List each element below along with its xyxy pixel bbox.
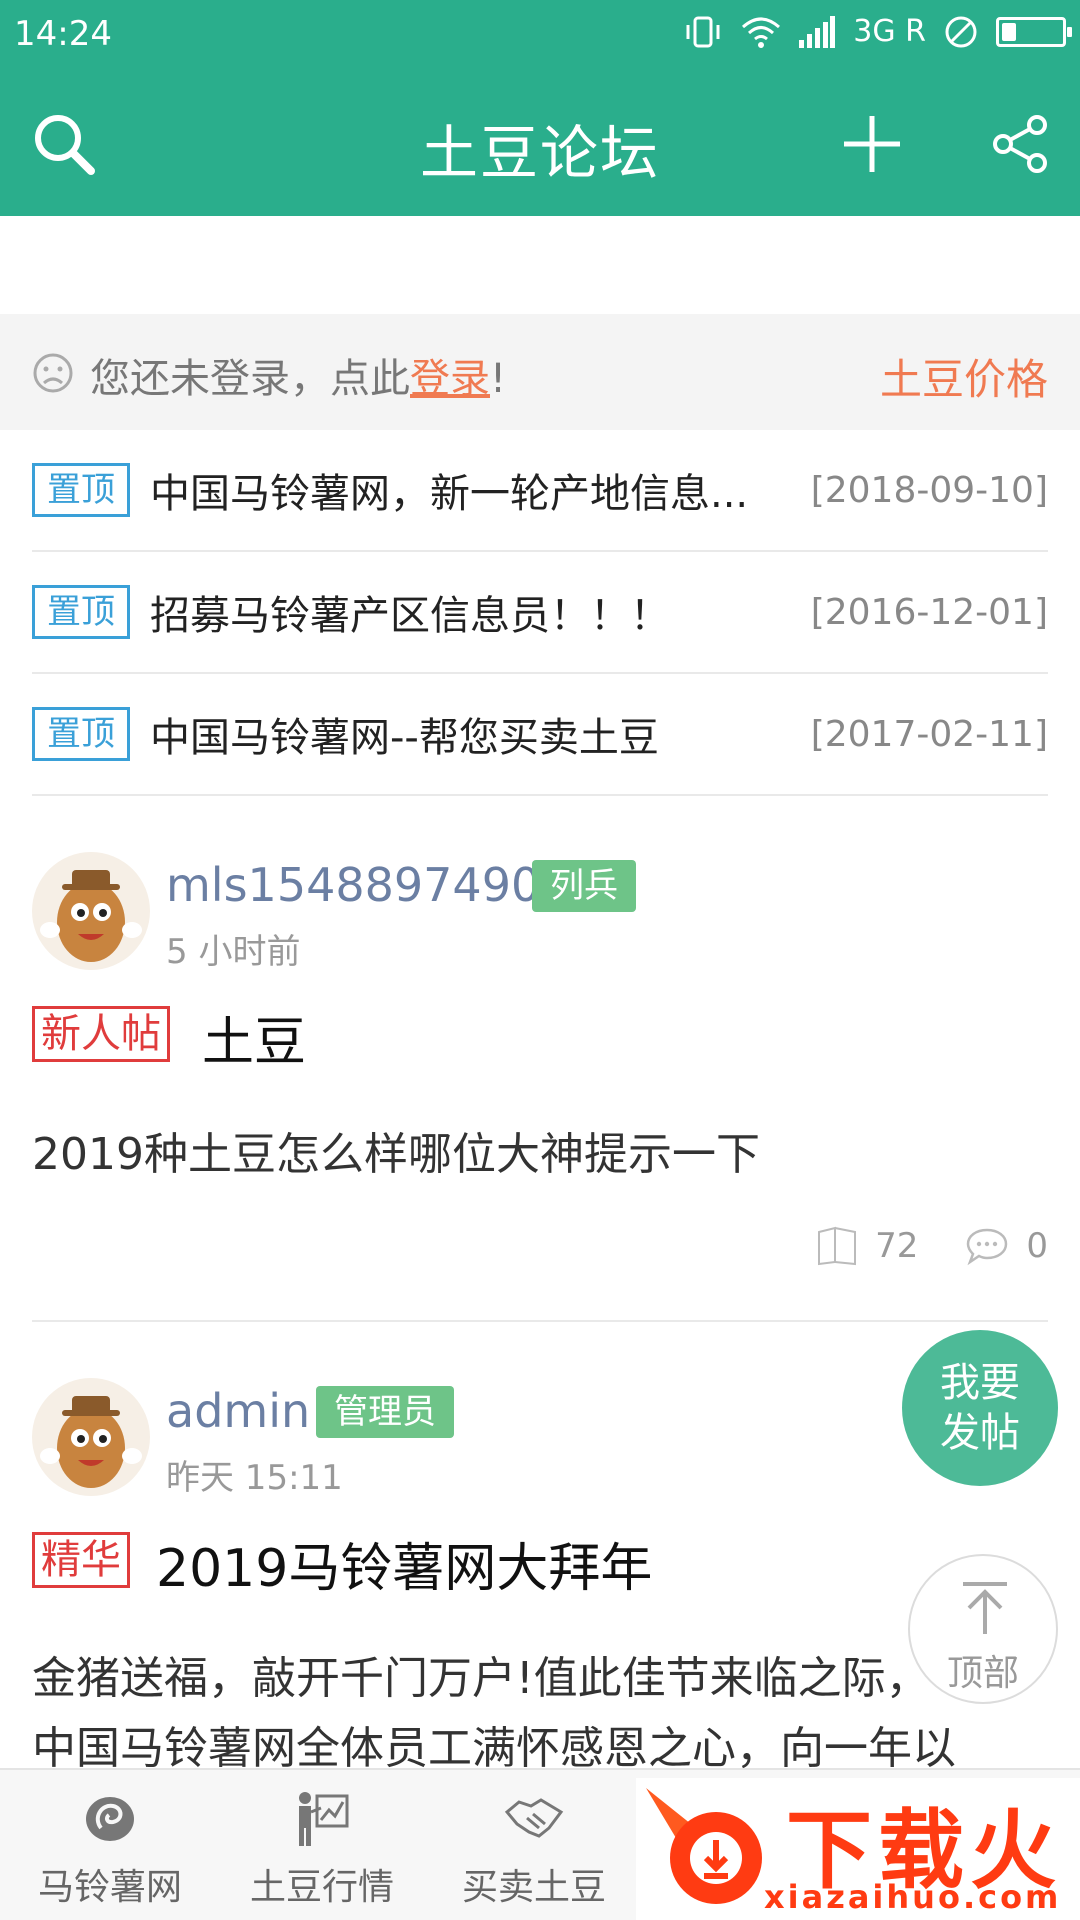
login-bar: 您还未登录，点此登录! 土豆价格 (0, 314, 1080, 430)
rank-badge: 列兵 (532, 860, 636, 912)
post-card[interactable]: admin 管理员 昨天 15:11 精华 2019马铃薯网大拜年 金猪送福，敲… (32, 1376, 1048, 1774)
page-title: 土豆论坛 (419, 119, 660, 187)
fab-label-line1: 我要 (940, 1360, 1020, 1406)
watermark-ad: 下载火 xiazaihuo.com (636, 1778, 1080, 1920)
post-title: 土豆 (202, 1013, 307, 1073)
new-post-fab[interactable]: 我要 发帖 (902, 1330, 1058, 1486)
do-not-disturb-icon (945, 16, 977, 47)
post-type-tag: 精华 (32, 1532, 130, 1588)
comment-icon (967, 1228, 1008, 1266)
pinned-tag: 置顶 (32, 463, 130, 517)
username[interactable]: admin (166, 1384, 310, 1438)
login-prompt-suffix: ! (490, 356, 507, 402)
signal-icon (799, 15, 836, 48)
tab-buy-sell[interactable]: 买卖土豆 (428, 1770, 640, 1920)
wifi-icon (742, 17, 781, 48)
fab-label-line2: 发帖 (940, 1410, 1020, 1456)
back-to-top-button[interactable]: 顶部 (908, 1554, 1058, 1704)
post-type-tag: 新人帖 (32, 1006, 170, 1062)
comment-count: 0 (1026, 1226, 1048, 1266)
pinned-post[interactable]: 置顶 中国马铃薯网--帮您买卖土豆 [2017-02-11] (32, 674, 1048, 796)
pinned-title: 招募马铃薯产区信息员！！！ (150, 593, 670, 639)
post-time: 昨天 15:11 (166, 1458, 343, 1498)
tab-label: 马铃薯网 (37, 1867, 182, 1908)
pinned-post[interactable]: 置顶 中国马铃薯网，新一轮产地信息... [2018-09-10] (32, 430, 1048, 552)
divider (32, 1320, 1048, 1322)
post-excerpt-line: 金猪送福，敲开千门万户!值此佳节来临之际， (32, 1653, 930, 1704)
share-button[interactable] (982, 106, 1058, 182)
avatar[interactable] (32, 1378, 150, 1496)
handshake-icon (504, 1798, 564, 1838)
username[interactable]: mls1548897490 (166, 858, 540, 912)
tab-label: 土豆行情 (249, 1867, 394, 1908)
status-bar: 14:24 3G R (0, 0, 1080, 72)
status-icons: 3G R (683, 14, 1072, 49)
pinned-date: [2018-09-10] (810, 469, 1048, 511)
potato-net-icon (86, 1797, 134, 1841)
tab-potato-market[interactable]: 土豆行情 (216, 1770, 428, 1920)
pinned-tag: 置顶 (32, 585, 130, 639)
share-icon (993, 115, 1047, 173)
login-prompt-text: 您还未登录，点此 (90, 356, 410, 402)
pinned-date: [2016-12-01] (810, 591, 1048, 633)
network-type: 3G R (853, 14, 926, 49)
sad-face-icon (33, 353, 73, 393)
vibrate-icon (686, 16, 720, 47)
potato-mascot-icon (40, 1396, 142, 1488)
login-prompt: 您还未登录，点此登录! (90, 346, 506, 404)
rank-badge: 管理员 (316, 1386, 454, 1438)
status-time: 14:24 (14, 14, 112, 54)
download-fire-logo-icon (646, 1788, 762, 1904)
app-bar: 土豆论坛 (0, 72, 1080, 216)
pinned-post[interactable]: 置顶 招募马铃薯产区信息员！！！ [2016-12-01] (32, 552, 1048, 674)
arrow-up-icon (963, 1582, 1007, 1634)
post-excerpt-line: 中国马铃薯网全体员工满怀感恩之心，向一年以 (32, 1723, 956, 1774)
pinned-date: [2017-02-11] (810, 713, 1048, 755)
avatar[interactable] (32, 852, 150, 970)
post-stats: 72 0 (815, 1226, 1048, 1266)
potato-mascot-icon (40, 870, 142, 962)
login-link[interactable]: 登录 (410, 356, 490, 402)
plus-icon (844, 116, 900, 172)
book-icon (818, 1226, 857, 1266)
post-card[interactable]: mls1548897490 列兵 5 小时前 新人帖 土豆 2019种土豆怎么样… (32, 850, 1048, 1320)
tab-label: 买卖土豆 (461, 1867, 606, 1908)
add-post-button[interactable] (834, 106, 910, 182)
battery-icon (996, 16, 1072, 47)
post-excerpt: 2019种土豆怎么样哪位大神提示一下 (32, 1129, 760, 1180)
pinned-tag: 置顶 (32, 707, 130, 761)
pinned-title: 中国马铃薯网，新一轮产地信息... (150, 471, 749, 517)
post-title: 2019马铃薯网大拜年 (156, 1539, 653, 1599)
ad-url: xiazaihuo.com (764, 1878, 1062, 1916)
potato-price-link[interactable]: 土豆价格 (880, 346, 1048, 407)
presentation-chart-icon (299, 1792, 349, 1846)
back-to-top-label: 顶部 (946, 1653, 1019, 1694)
view-count: 72 (875, 1226, 919, 1266)
tab-potato-net[interactable]: 马铃薯网 (4, 1770, 216, 1920)
pinned-title: 中国马铃薯网--帮您买卖土豆 (150, 715, 659, 761)
post-time: 5 小时前 (166, 932, 301, 972)
